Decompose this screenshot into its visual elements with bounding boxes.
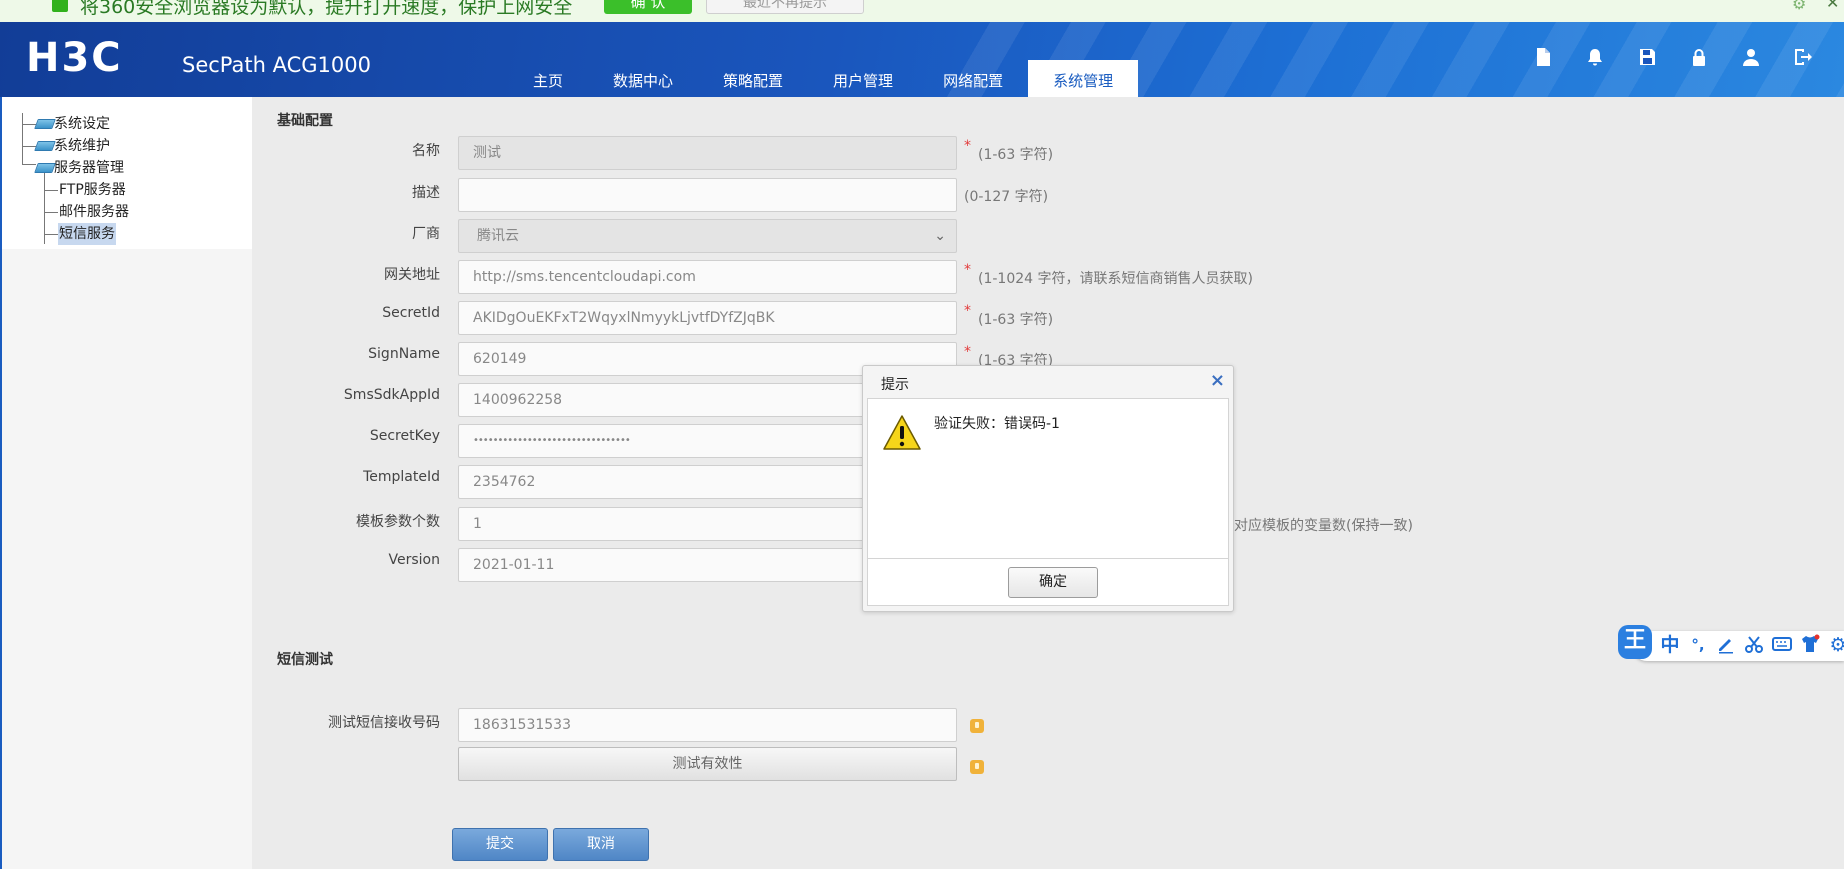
dialog-body: 验证失败：错误码-1 (867, 398, 1229, 558)
template-params-hint: 对应模板的变量数(保持一致) (1234, 518, 1413, 534)
description-field[interactable] (458, 178, 957, 212)
tab-system-management[interactable]: 系统管理 (1028, 60, 1139, 97)
folder-open-icon (34, 163, 56, 173)
tab-home[interactable]: 主页 (508, 60, 588, 97)
name-hint: (1-63 字符) (978, 147, 1054, 163)
bell-icon[interactable] (1584, 46, 1606, 68)
template-params-label: 模板参数个数 (356, 514, 440, 530)
dialog-footer: 确定 (867, 558, 1229, 606)
shield-icon (52, 0, 68, 12)
product-name: SecPath ACG1000 (182, 53, 371, 77)
keyboard-icon[interactable] (1772, 634, 1792, 656)
tree-label: 邮件服务器 (59, 204, 129, 220)
folder-icon (34, 119, 56, 129)
vendor-label: 厂商 (412, 226, 440, 242)
warning-icon (882, 413, 922, 453)
description-label: 描述 (412, 185, 440, 201)
section-title-basic: 基础配置 (277, 113, 333, 129)
pen-icon[interactable] (1716, 634, 1736, 656)
tree-item-sms-service[interactable]: 短信服务 (20, 223, 220, 245)
test-validity-button[interactable]: 测试有效性 (458, 747, 957, 781)
tab-data-center[interactable]: 数据中心 (588, 60, 698, 97)
sign-name-label: SignName (368, 346, 440, 362)
cancel-button[interactable]: 取消 (553, 828, 649, 861)
app-header: H3C SecPath ACG1000 主页 数据中心 策略配置 用户管理 网络… (0, 22, 1844, 97)
ime-chinese-mode-toggle[interactable]: 中 (1660, 634, 1680, 656)
gear-icon[interactable]: ⚙ (1792, 0, 1806, 13)
save-icon[interactable] (1636, 46, 1658, 68)
name-field[interactable]: 测试 (458, 136, 957, 170)
close-icon[interactable]: ✕ (1826, 0, 1839, 12)
tree-label: 系统设定 (54, 116, 110, 132)
gear-icon[interactable]: ⚙ (1828, 634, 1844, 656)
info-icon[interactable] (970, 719, 984, 733)
version-label: Version (388, 552, 440, 568)
test-phone-label: 测试短信接收号码 (328, 715, 440, 731)
ime-punctuation-toggle[interactable]: °, (1688, 634, 1708, 656)
tree-item-server-management[interactable]: 服务器管理 (20, 157, 220, 179)
ime-logo[interactable]: 王 (1618, 625, 1652, 659)
secret-id-label: SecretId (382, 305, 440, 321)
folder-icon (34, 141, 56, 151)
tab-user-management[interactable]: 用户管理 (808, 60, 918, 97)
ime-toolbar: 王 中 °, ⚙ (1618, 625, 1844, 661)
alert-dialog: 提示 × 验证失败：错误码-1 确定 (862, 365, 1234, 612)
tree-label: 系统维护 (54, 138, 110, 154)
tab-policy-config[interactable]: 策略配置 (698, 60, 808, 97)
secret-id-field[interactable]: AKIDgOuEKFxT2WqyxlNmyykLjvtfDYfZJqBK (458, 301, 957, 335)
header-toolbar (1532, 46, 1814, 68)
chevron-down-icon: ⌄ (934, 228, 946, 244)
document-icon[interactable] (1532, 46, 1554, 68)
submit-button[interactable]: 提交 (452, 828, 548, 861)
notification-confirm-button[interactable]: 确 认 (604, 0, 692, 14)
gateway-field[interactable]: http://sms.tencentcloudapi.com (458, 260, 957, 294)
ime-toolbar-items: 中 °, ⚙ (1660, 634, 1844, 656)
required-mark: * (964, 344, 971, 360)
required-mark: * (964, 303, 971, 319)
sidebar: 系统设定 系统维护 服务器管理 FTP服务器 邮件服务器 短信服务 (0, 97, 252, 869)
required-mark: * (964, 138, 971, 154)
test-phone-field[interactable]: 18631531533 (458, 708, 957, 742)
user-icon[interactable] (1740, 46, 1762, 68)
template-id-label: TemplateId (363, 469, 440, 485)
tree-item-system-maintenance[interactable]: 系统维护 (20, 135, 220, 157)
logout-icon[interactable] (1792, 46, 1814, 68)
notification-message: 将360安全浏览器设为默认，提升打开速度，保护上网安全 (80, 0, 573, 18)
sidebar-tree-panel: 系统设定 系统维护 服务器管理 FTP服务器 邮件服务器 短信服务 (2, 97, 252, 249)
info-icon[interactable] (970, 760, 984, 774)
gateway-hint: (1-1024 字符，请联系短信商销售人员获取) (978, 271, 1253, 287)
required-mark: * (964, 262, 971, 278)
main-nav: 主页 数据中心 策略配置 用户管理 网络配置 系统管理 (508, 60, 1139, 97)
tree-item-mail-server[interactable]: 邮件服务器 (20, 201, 220, 223)
vendor-selected-value: 腾讯云 (477, 228, 519, 244)
sdk-app-id-label: SmsSdkAppId (343, 387, 440, 403)
dialog-title: 提示 (881, 377, 909, 393)
secret-id-hint: (1-63 字符) (978, 312, 1054, 328)
secret-key-label: SecretKey (369, 428, 440, 444)
close-icon[interactable]: × (1210, 370, 1225, 391)
name-label: 名称 (412, 143, 440, 159)
vendor-select[interactable]: 腾讯云 ⌄ (458, 219, 957, 253)
tree-item-system-settings[interactable]: 系统设定 (20, 113, 220, 135)
browser-notification-bar: 将360安全浏览器设为默认，提升打开速度，保护上网安全 确 认 最近不再提示 ⚙… (0, 0, 1844, 22)
tab-network-config[interactable]: 网络配置 (918, 60, 1028, 97)
tree-item-ftp-server[interactable]: FTP服务器 (20, 179, 220, 201)
skin-shirt-icon[interactable] (1800, 634, 1820, 656)
gateway-label: 网关地址 (384, 267, 440, 283)
tree-label-selected: 短信服务 (58, 223, 116, 245)
brand-logo: H3C (26, 35, 123, 81)
scissors-icon[interactable] (1744, 634, 1764, 656)
tree-label: 服务器管理 (54, 160, 124, 176)
section-title-sms-test: 短信测试 (277, 652, 333, 668)
description-hint: (0-127 字符) (964, 189, 1049, 205)
dialog-message: 验证失败：错误码-1 (934, 416, 1060, 432)
tree-label: FTP服务器 (59, 182, 126, 198)
dialog-ok-button[interactable]: 确定 (1008, 567, 1098, 598)
lock-icon[interactable] (1688, 46, 1710, 68)
notification-dismiss-button[interactable]: 最近不再提示 (706, 0, 864, 14)
